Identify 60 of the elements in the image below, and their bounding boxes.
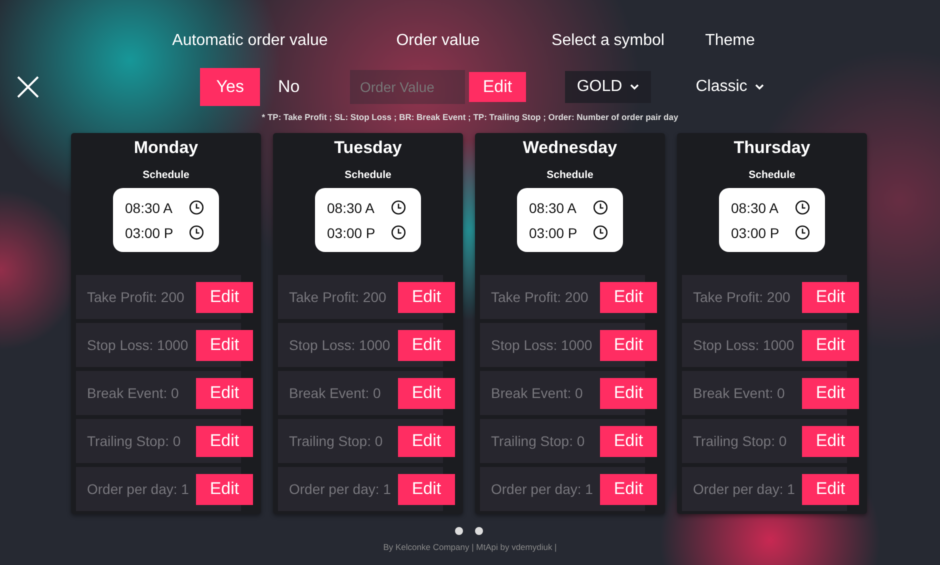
time-value[interactable]: 03:00 P — [125, 224, 189, 240]
edit-button[interactable]: Edit — [196, 282, 253, 312]
pagination-dot[interactable] — [475, 527, 483, 535]
footer-text: By Kelconke Company | MtApi by vdemydiuk | — [382, 542, 558, 552]
toggle-option[interactable]: Yes — [200, 68, 260, 106]
time-value[interactable]: 08:30 A — [125, 200, 189, 216]
schedule-label: Schedule — [546, 169, 594, 181]
edit-button[interactable]: Edit — [600, 426, 657, 456]
clock-icon — [391, 200, 406, 215]
chevron-down-icon — [630, 84, 640, 90]
time-value[interactable]: 08:30 A — [327, 200, 391, 216]
edit-button[interactable]: Edit — [196, 426, 253, 456]
edit-button[interactable]: Edit — [196, 378, 253, 408]
edit-button[interactable]: Edit — [398, 282, 455, 312]
group-label: Automatic order value — [172, 32, 328, 51]
edit-button[interactable]: Edit — [398, 426, 455, 456]
clock-icon — [795, 225, 810, 240]
edit-button[interactable]: Edit — [469, 72, 526, 102]
edit-button[interactable]: Edit — [398, 474, 455, 504]
legend-text: * TP: Take Profit ; SL: Stop Loss ; BR: Break Event ; TP: Trailing Stop ; Order: Number of order pair day — [260, 112, 680, 124]
edit-button[interactable]: Edit — [196, 330, 253, 360]
edit-button[interactable]: Edit — [802, 378, 859, 408]
clock-icon — [593, 200, 608, 215]
day-title: Wednesday — [522, 138, 618, 158]
close-button[interactable] — [17, 76, 39, 98]
schedule-label: Schedule — [344, 169, 392, 181]
group-label: Theme — [705, 32, 755, 51]
toggle-option[interactable]: No — [278, 68, 300, 106]
edit-button[interactable]: Edit — [398, 330, 455, 360]
edit-button[interactable]: Edit — [600, 282, 657, 312]
day-title: Thursday — [734, 138, 810, 158]
time-value[interactable]: 03:00 P — [327, 224, 391, 240]
symbol-select[interactable]: GOLD — [564, 71, 652, 103]
day-title: Tuesday — [334, 138, 402, 158]
edit-button[interactable]: Edit — [802, 330, 859, 360]
chevron-down-icon — [755, 84, 764, 90]
time-value[interactable]: 08:30 A — [529, 200, 593, 216]
edit-button[interactable]: Edit — [600, 330, 657, 360]
clock-icon — [189, 200, 204, 215]
clock-icon — [593, 225, 608, 240]
schedule-label: Schedule — [142, 169, 190, 181]
edit-button[interactable]: Edit — [196, 474, 253, 504]
clock-icon — [391, 225, 406, 240]
time-value[interactable]: 03:00 P — [529, 224, 593, 240]
edit-button[interactable]: Edit — [600, 474, 657, 504]
edit-button[interactable]: Edit — [802, 282, 859, 312]
edit-button[interactable]: Edit — [600, 378, 657, 408]
clock-icon — [795, 200, 810, 215]
group-label: Order value — [396, 32, 480, 51]
theme-select[interactable]: Classic — [684, 71, 776, 103]
time-value[interactable]: 03:00 P — [731, 224, 795, 240]
day-title: Monday — [134, 138, 198, 158]
edit-button[interactable]: Edit — [802, 426, 859, 456]
edit-button[interactable]: Edit — [802, 474, 859, 504]
edit-button[interactable]: Edit — [398, 378, 455, 408]
pagination-dot[interactable] — [455, 527, 463, 535]
clock-icon — [189, 225, 204, 240]
schedule-label: Schedule — [748, 169, 796, 181]
group-label: Select a symbol — [552, 32, 664, 51]
time-value[interactable]: 08:30 A — [731, 200, 795, 216]
